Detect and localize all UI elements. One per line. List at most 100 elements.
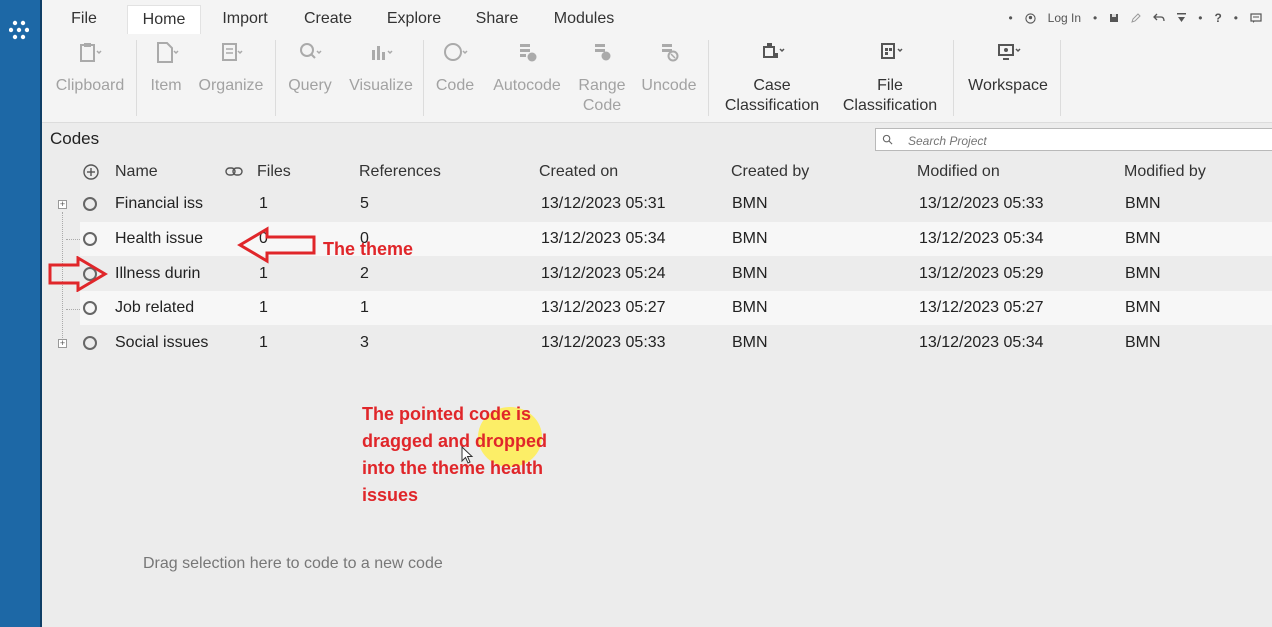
ribbon-divider [953,40,954,116]
cell-modified-by: BMN [1125,265,1161,282]
range-code-button[interactable]: Range Code [576,40,628,116]
workspace-label: Workspace [968,77,1048,94]
document-icon [157,42,179,63]
search-box[interactable] [875,128,1272,151]
cell-modified-on: 13/12/2023 05:34 [919,334,1044,351]
tab-create[interactable]: Create [296,5,360,33]
app-sidebar [0,0,42,627]
file-classification-icon [881,43,903,59]
table-row[interactable]: Job related 1 1 13/12/2023 05:27 BMN 13/12/20… [80,291,1272,325]
edit-icon[interactable] [1131,13,1141,23]
table-row[interactable]: Financial iss 1 5 13/12/2023 05:31 BMN 13/12/… [80,187,1272,221]
range-code-label: Range [578,77,626,94]
login-link[interactable]: Log In [1048,11,1081,25]
cell-name: Illness durin [115,265,201,282]
dot-icon: • [1008,11,1013,25]
cell-name: Health issue [115,230,204,247]
ribbon: File Home Import Create Explore Share Mo… [42,0,1272,123]
code-button[interactable]: Code [432,40,478,96]
case-classification-button[interactable]: Case Classification [720,40,824,116]
case-classification-label: Case [753,77,791,94]
uncode-icon [662,44,679,62]
expand-toggle[interactable]: + [58,200,67,209]
column-header-modified-on[interactable]: Modified on [917,163,1000,181]
tab-modules[interactable]: Modules [547,5,621,33]
cell-created-on: 13/12/2023 05:33 [541,334,666,351]
column-header-name[interactable]: Name [115,163,158,181]
cell-created-by: BMN [732,230,768,247]
query-button[interactable]: Query [284,40,336,96]
range-code-label-line2: Code [582,97,622,114]
cell-created-on: 13/12/2023 05:27 [541,299,666,316]
range-code-icon [595,44,611,61]
app-grid-icon[interactable] [9,20,29,40]
cell-files: 1 [259,265,268,282]
tab-file[interactable]: File [66,5,102,33]
cell-modified-by: BMN [1125,299,1161,316]
code-node-icon [83,197,97,211]
clipboard-label: Clipboard [55,77,125,94]
organize-label: Organize [198,77,264,94]
separator-dot: • [1198,11,1203,25]
autocode-label: Autocode [493,77,561,94]
panel-title: Codes [50,129,100,148]
customize-dropdown-icon[interactable] [1177,13,1187,23]
uncode-label: Uncode [641,77,697,94]
organize-button[interactable]: Organize [197,40,265,96]
cell-references: 1 [360,299,369,316]
ribbon-divider [708,40,709,116]
cell-created-on: 13/12/2023 05:24 [541,265,666,282]
cell-modified-by: BMN [1125,334,1161,351]
annotation-note-line: into the theme health [362,458,544,478]
visualize-button[interactable]: Visualize [346,40,416,96]
workspace-button[interactable]: Workspace [962,40,1054,96]
comment-icon[interactable] [1250,12,1262,24]
tab-import[interactable]: Import [214,5,276,33]
cell-created-on: 13/12/2023 05:31 [541,195,666,212]
add-code-icon[interactable] [83,164,99,180]
table-row[interactable]: Social issues 1 3 13/12/2023 05:33 BMN 13/12/… [80,326,1272,360]
cell-created-on: 13/12/2023 05:34 [541,230,666,247]
file-classification-button[interactable]: File Classification [838,40,942,116]
item-button[interactable]: Item [146,40,186,96]
item-label: Item [150,77,182,94]
uncode-button[interactable]: Uncode [637,40,701,96]
column-header-created-on[interactable]: Created on [539,163,618,181]
separator-dot: • [1093,11,1098,25]
cell-references: 5 [360,195,369,212]
link-icon [225,167,243,176]
cell-modified-by: BMN [1125,195,1161,212]
drop-zone-hint[interactable]: Drag selection here to code to a new cod… [143,555,443,573]
column-header-created-by[interactable]: Created by [731,163,809,181]
tab-share[interactable]: Share [470,5,524,33]
cell-modified-on: 13/12/2023 05:34 [919,230,1044,247]
column-header-files[interactable]: Files [257,163,291,181]
tab-explore[interactable]: Explore [379,5,449,33]
case-classification-icon [763,43,785,58]
column-header-references[interactable]: References [359,163,441,181]
ribbon-divider [423,40,424,116]
autocode-button[interactable]: Autocode [488,40,566,96]
code-node-icon [83,336,97,350]
cell-modified-on: 13/12/2023 05:29 [919,265,1044,282]
file-classification-label-line2: Classification [842,97,938,114]
bar-chart-icon [372,46,393,60]
cell-files: 1 [259,334,268,351]
column-header-modified-by[interactable]: Modified by [1124,163,1206,181]
annotation-note-line: dragged and dropped [362,431,548,451]
clipboard-button[interactable]: Clipboard [54,40,126,96]
expand-toggle[interactable]: + [58,339,67,348]
undo-icon[interactable] [1153,13,1165,23]
tab-home[interactable]: Home [127,5,201,34]
code-circle-icon [444,43,468,61]
tree-connector [66,239,80,240]
query-label: Query [288,77,332,94]
help-icon[interactable]: ? [1214,11,1221,25]
user-icon[interactable] [1025,12,1036,24]
save-icon[interactable] [1109,13,1119,23]
search-input[interactable] [906,131,1270,150]
cell-references: 3 [360,334,369,351]
organize-icon [222,43,243,61]
cell-modified-by: BMN [1125,230,1161,247]
tree-connector [66,309,80,310]
